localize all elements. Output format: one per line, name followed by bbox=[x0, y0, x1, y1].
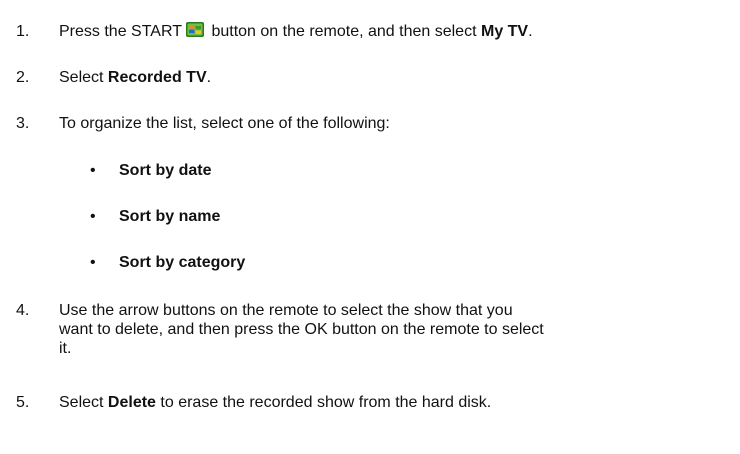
step-number: 1. bbox=[16, 23, 30, 40]
step-2-post: . bbox=[206, 69, 212, 86]
bullet-text: Sort by name bbox=[119, 208, 221, 225]
bullet-text: Sort by date bbox=[119, 162, 212, 179]
step-1-mid: button on the remote, and then select bbox=[211, 23, 477, 40]
bullet-symbol: • bbox=[90, 254, 96, 271]
step-number: 2. bbox=[16, 69, 30, 86]
step-5-bold: Delete bbox=[107, 394, 156, 411]
step-5-pre: Select bbox=[59, 394, 104, 411]
step-1-bold: My TV bbox=[480, 23, 529, 40]
windows-start-logo-icon bbox=[186, 22, 204, 37]
step-number: 3. bbox=[16, 115, 30, 132]
bullet-symbol: • bbox=[90, 162, 96, 179]
step-1-post: . bbox=[528, 23, 533, 40]
step-5-post: to erase the recorded show from the hard… bbox=[160, 394, 492, 411]
step-2-pre: Select bbox=[59, 69, 104, 86]
step-number: 4. bbox=[16, 302, 30, 319]
step-number: 5. bbox=[16, 394, 30, 411]
step-4-line-3: it. bbox=[59, 340, 72, 357]
instructions-document: 1. Press the START button on the remote,… bbox=[0, 0, 740, 454]
bullet-symbol: • bbox=[90, 208, 96, 225]
step-4-line-2: want to delete, and then press the OK bu… bbox=[59, 321, 544, 338]
bullet-text: Sort by category bbox=[119, 254, 246, 271]
step-text: Select Recorded TV. bbox=[59, 68, 734, 87]
step-4-line-1: Use the arrow buttons on the remote to s… bbox=[59, 302, 513, 319]
step-text: To organize the list, select one of the … bbox=[59, 115, 390, 132]
step-text: Press the START button on the remote, an… bbox=[59, 22, 734, 41]
step-2-bold: Recorded TV bbox=[107, 69, 207, 86]
step-text: Select Delete to erase the recorded show… bbox=[59, 393, 734, 412]
step-1-pre: Press the START bbox=[59, 23, 182, 40]
